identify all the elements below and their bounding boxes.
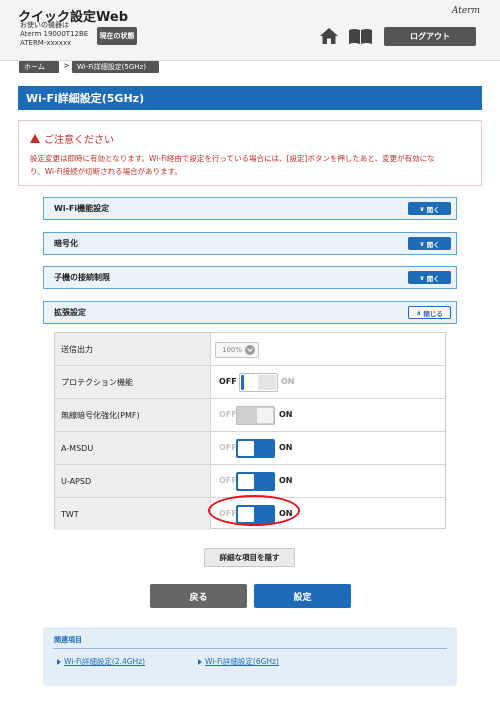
apply-button[interactable]: 設定 — [254, 584, 351, 608]
table-row: A-MSDU OFF ON — [55, 432, 445, 465]
link-label: Wi-Fi詳細設定(2.4GHz) — [64, 657, 146, 666]
related-items-panel: 関連項目 Wi-Fi詳細設定(2.4GHz) Wi-Fi詳細設定(6GHz) — [43, 627, 457, 686]
toggle-track-edge — [241, 375, 244, 390]
expand-button-label: 開く — [426, 240, 440, 249]
arrow-right-icon — [198, 658, 202, 665]
manual-book-icon[interactable] — [348, 28, 373, 44]
toggle-off-label: OFF — [219, 410, 237, 419]
page-title: Wi-Fi詳細設定(5GHz) — [18, 86, 482, 110]
pmf-toggle[interactable] — [236, 406, 275, 425]
section-label: 拡張設定 — [54, 308, 86, 317]
link-label: Wi-Fi詳細設定(6GHz) — [205, 657, 279, 666]
table-row: 送信出力 100% — [55, 333, 445, 366]
toggle-on-label: ON — [279, 443, 293, 452]
warning-icon — [30, 134, 40, 143]
arrow-right-icon — [57, 658, 61, 665]
logout-button[interactable]: ログアウト — [384, 27, 476, 46]
row-label: TWT — [55, 498, 211, 530]
chevron-down-icon: ∨ — [419, 273, 425, 282]
current-status-button[interactable]: 現在の状態 — [97, 27, 137, 45]
related-title: 関連項目 — [54, 636, 82, 644]
chevron-down-icon: ∨ — [419, 239, 425, 248]
toggle-off-label: OFF — [219, 476, 237, 485]
table-row: U-APSD OFF ON — [55, 465, 445, 498]
breadcrumb-separator: > — [63, 61, 70, 70]
back-button[interactable]: 戻る — [150, 584, 247, 608]
caution-body: 設定変更は即時に有効となります。Wi-Fi経由で設定を行っている場合には、[設定… — [30, 152, 476, 178]
amsdu-toggle[interactable] — [236, 439, 275, 458]
home-icon[interactable] — [319, 27, 339, 45]
collapse-button-label: 閉じる — [423, 309, 443, 318]
chevron-down-icon: ∨ — [419, 204, 425, 213]
caution-line: 設定変更は即時に有効となります。Wi-Fi経由で設定を行っている場合には、[設定… — [30, 154, 435, 163]
protection-toggle[interactable] — [239, 373, 278, 392]
header-bar: クイック設定Web お使いの機器は Aterm 19000T12BE ATERM… — [0, 0, 500, 61]
transmit-power-select[interactable]: 100% — [215, 342, 259, 358]
expand-button-label: 開く — [426, 274, 440, 283]
chevron-down-icon — [245, 345, 255, 355]
caution-line: り、Wi-Fi接続が切断される場合があります。 — [30, 167, 182, 176]
section-advanced[interactable]: 拡張設定 ∧ 閉じる — [43, 301, 457, 324]
brand-logo: Aterm — [451, 6, 480, 16]
toggle-on-label: ON — [279, 476, 293, 485]
section-label: Wi-Fi機能設定 — [54, 204, 110, 213]
chevron-up-icon: ∧ — [416, 308, 422, 317]
row-label: 送信出力 — [55, 333, 211, 365]
row-label: A-MSDU — [55, 432, 211, 464]
caution-notice: ご注意ください 設定変更は即時に有効となります。Wi-Fi経由で設定を行っている… — [18, 120, 482, 186]
uapsd-toggle[interactable] — [236, 472, 275, 491]
expand-button[interactable]: ∨ 開く — [408, 271, 451, 284]
device-info-line: お使いの機器は — [20, 21, 69, 29]
toggle-off-label: OFF — [219, 377, 237, 386]
device-name: ATERM-xxxxxx — [20, 39, 72, 47]
device-info: お使いの機器は Aterm 19000T12BE ATERM-xxxxxx — [20, 21, 88, 48]
expand-button[interactable]: ∨ 開く — [408, 202, 451, 215]
table-row: プロテクション機能 OFF ON — [55, 366, 445, 399]
twt-highlight-ring — [208, 495, 300, 526]
breadcrumb-home[interactable]: ホーム — [19, 61, 59, 73]
toggle-knob — [257, 408, 273, 423]
toggle-on-label: ON — [279, 410, 293, 419]
toggle-knob — [258, 375, 276, 390]
link-wifi-6ghz[interactable]: Wi-Fi詳細設定(6GHz) — [198, 656, 279, 667]
toggle-off-label: OFF — [219, 443, 237, 452]
device-model: Aterm 19000T12BE — [20, 30, 89, 38]
breadcrumb-current: Wi-Fi詳細設定(5GHz) — [72, 61, 159, 73]
section-client-restriction[interactable]: 子機の接続制限 ∨ 開く — [43, 266, 457, 289]
row-label: 無線暗号化強化(PMF) — [55, 399, 211, 431]
toggle-on-label: ON — [281, 377, 295, 386]
link-wifi-24ghz[interactable]: Wi-Fi詳細設定(2.4GHz) — [57, 656, 145, 667]
caution-title-text: ご注意ください — [44, 135, 114, 146]
hide-details-button[interactable]: 詳細な項目を隠す — [204, 548, 295, 567]
section-wifi-function[interactable]: Wi-Fi機能設定 ∨ 開く — [43, 197, 457, 220]
select-value: 100% — [222, 346, 243, 354]
section-label: 子機の接続制限 — [54, 273, 110, 282]
divider — [53, 648, 447, 649]
toggle-knob — [238, 474, 254, 489]
table-row: 無線暗号化強化(PMF) OFF ON — [55, 399, 445, 432]
section-label: 暗号化 — [54, 239, 78, 248]
caution-title: ご注意ください — [30, 131, 114, 146]
expand-button-label: 開く — [426, 205, 440, 214]
toggle-knob — [238, 441, 254, 456]
row-label: U-APSD — [55, 465, 211, 497]
expand-button[interactable]: ∨ 開く — [408, 237, 451, 250]
section-encryption[interactable]: 暗号化 ∨ 開く — [43, 232, 457, 255]
row-label: プロテクション機能 — [55, 366, 211, 398]
collapse-button[interactable]: ∧ 閉じる — [408, 306, 451, 319]
